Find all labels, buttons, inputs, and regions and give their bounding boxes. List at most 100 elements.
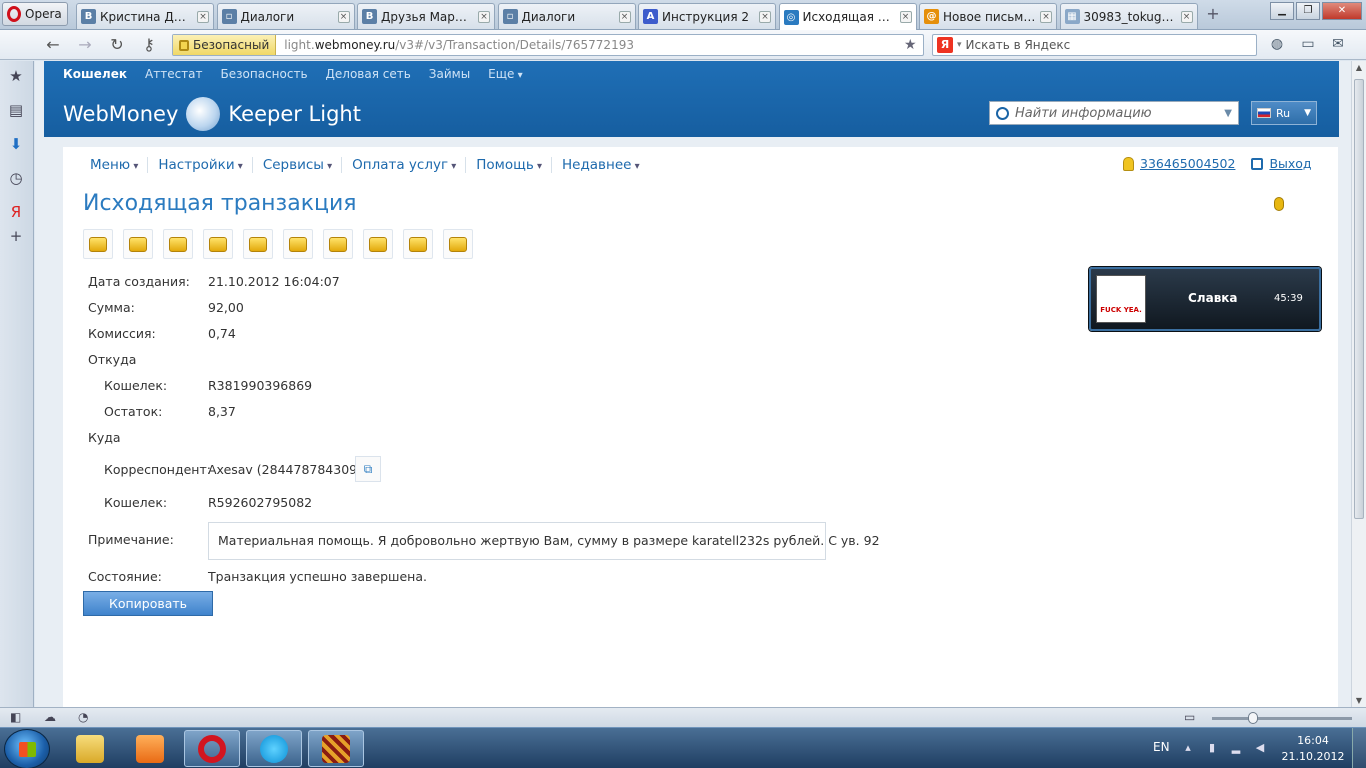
globe-icon[interactable]: ◍	[1267, 36, 1287, 54]
close-tab-icon[interactable]: ×	[899, 11, 912, 23]
reload-icon[interactable]: ↻	[106, 35, 128, 55]
sub-menu-item[interactable]: Помощь	[476, 157, 552, 173]
scrollbar-thumb[interactable]	[1354, 79, 1364, 519]
invoice-add-icon[interactable]	[243, 229, 273, 259]
page-icon[interactable]: ▭	[1298, 36, 1318, 54]
minimize-icon[interactable]: ▁	[1270, 2, 1294, 20]
vertical-scrollbar[interactable]: ▲ ▼	[1351, 61, 1366, 707]
wmid-link[interactable]: 336465004502	[1140, 156, 1235, 171]
browser-tab[interactable]: В Друзья Маркела... ×	[357, 3, 495, 29]
secure-connection-badge[interactable]: Безопасный	[173, 35, 277, 55]
correspondent-info-icon[interactable]: ⧉	[355, 456, 381, 482]
taskbar-media-player[interactable]	[122, 730, 178, 767]
taskbar-game[interactable]	[308, 730, 364, 767]
search-engine-dropdown-icon[interactable]: ▾	[957, 40, 962, 50]
top-menu-item[interactable]: Займы	[429, 67, 470, 81]
taskbar-explorer[interactable]	[62, 730, 118, 767]
top-menu-item[interactable]: Безопасность	[221, 67, 308, 81]
notification-time: 45:39	[1274, 293, 1303, 304]
close-window-icon[interactable]: ✕	[1322, 2, 1362, 20]
sub-menu-item[interactable]: Настройки	[158, 157, 253, 173]
exchange-icon[interactable]	[443, 229, 473, 259]
print-icon[interactable]	[163, 229, 193, 259]
start-button[interactable]	[4, 729, 50, 768]
keyboard-language[interactable]: EN	[1153, 740, 1170, 754]
taskbar-opera[interactable]	[184, 730, 240, 767]
history-clock-icon[interactable]: ◷	[7, 169, 25, 187]
logout-icon[interactable]	[1251, 157, 1264, 170]
zoom-slider[interactable]	[1212, 712, 1352, 724]
browser-tab[interactable]: @ Новое письмо -... ×	[919, 3, 1057, 29]
clock[interactable]: 16:04 21.10.2012	[1280, 733, 1346, 765]
close-tab-icon[interactable]: ×	[759, 10, 771, 23]
yandex-search-field[interactable]: Я ▾ Искать в Яндекс	[932, 34, 1257, 56]
browser-tab[interactable]: ▫ Диалоги ×	[497, 3, 636, 29]
browser-tab[interactable]: В Кристина Дмит... ×	[76, 3, 214, 29]
wallet-icon[interactable]	[123, 229, 153, 259]
balance-value: 8,37	[208, 404, 236, 419]
speed-dial-icon[interactable]: ◔	[78, 710, 88, 724]
bookmarks-star-icon[interactable]: ★	[7, 67, 25, 85]
bookmark-star-icon[interactable]: ★	[904, 37, 920, 53]
cloud-icon[interactable]: ☁	[44, 710, 56, 724]
trust-icon[interactable]	[363, 229, 393, 259]
invoice-remove-icon[interactable]	[283, 229, 313, 259]
volume-icon[interactable]: ◀	[1254, 742, 1266, 754]
opera-menu-button[interactable]: Opera	[2, 2, 68, 26]
mail-icon[interactable]: ✉	[1328, 36, 1348, 54]
show-desktop-button[interactable]	[1352, 728, 1366, 768]
language-selector[interactable]: Ru ▼	[1251, 101, 1317, 125]
top-menu-item[interactable]: Деловая сеть	[326, 67, 411, 81]
webmoney-logo[interactable]: WebMoney Keeper Light	[63, 97, 361, 131]
close-tab-icon[interactable]: ×	[1180, 10, 1193, 23]
status-value: Транзакция успешно завершена.	[208, 569, 427, 584]
chevron-down-icon[interactable]: ▼	[1224, 108, 1232, 119]
back-arrow-icon[interactable]: ←	[42, 35, 64, 55]
game-icon	[322, 734, 350, 763]
url-text[interactable]: light.webmoney.ru/v3#/v3/Transaction/Det…	[276, 38, 904, 52]
downloads-icon[interactable]: ⬇	[7, 135, 25, 153]
document-icon[interactable]	[403, 229, 433, 259]
device-icon[interactable]: ▮	[1206, 742, 1218, 754]
zoom-slider-knob[interactable]	[1248, 712, 1258, 724]
close-tab-icon[interactable]: ×	[618, 10, 631, 23]
top-menu-item[interactable]: Еще	[488, 67, 522, 81]
close-tab-icon[interactable]: ×	[337, 10, 350, 23]
sub-menu-item[interactable]: Оплата услуг	[352, 157, 467, 173]
panel-toggle-icon[interactable]: ◧	[10, 710, 21, 724]
browser-tab[interactable]: ▦30983_tokugawa...×	[1059, 3, 1198, 29]
forward-arrow-icon[interactable]: →	[74, 35, 96, 55]
coin-icon[interactable]	[1274, 197, 1284, 211]
network-signal-icon[interactable]: ▂	[1230, 742, 1242, 754]
key-icon[interactable]: ⚷	[138, 35, 160, 55]
copy-button[interactable]: Копировать	[83, 591, 213, 616]
show-hidden-icons-icon[interactable]: ▴	[1182, 742, 1194, 754]
maximize-icon[interactable]: ❐	[1296, 2, 1320, 20]
taskbar-skype[interactable]	[246, 730, 302, 767]
browser-tab[interactable]: A Инструкция 2 ×	[638, 3, 776, 29]
sub-menu-item[interactable]: Недавнее	[562, 157, 649, 173]
sub-menu-item[interactable]: Сервисы	[263, 157, 343, 173]
logout-link[interactable]: Выход	[1269, 156, 1311, 171]
contact-notification-popup[interactable]: FUCK YEA. Славка 45:39	[1089, 267, 1321, 331]
scroll-up-arrow-icon[interactable]: ▲	[1354, 63, 1364, 72]
close-tab-icon[interactable]: ×	[197, 10, 209, 23]
yandex-panel-icon[interactable]: Я	[7, 203, 25, 221]
new-tab-button[interactable]: +	[1203, 6, 1223, 24]
message-icon[interactable]	[203, 229, 233, 259]
browser-tab[interactable]: ◎Исходящая тран...×	[778, 3, 917, 30]
top-menu-item[interactable]: Аттестат	[145, 67, 203, 81]
site-search-input[interactable]: Найти информацию ▼	[989, 101, 1239, 125]
sub-menu-item[interactable]: Меню	[90, 157, 149, 173]
add-panel-icon[interactable]: +	[7, 227, 25, 245]
add-contact-icon[interactable]	[323, 229, 353, 259]
scroll-down-arrow-icon[interactable]: ▼	[1354, 696, 1364, 705]
contacts-icon[interactable]	[83, 229, 113, 259]
address-bar[interactable]: Безопасный light.webmoney.ru/v3#/v3/Tran…	[172, 34, 924, 56]
close-tab-icon[interactable]: ×	[1040, 10, 1052, 23]
close-tab-icon[interactable]: ×	[478, 10, 490, 23]
browser-tab[interactable]: ▫ Диалоги ×	[216, 3, 355, 29]
top-menu-item[interactable]: Кошелек	[63, 67, 127, 81]
notes-icon[interactable]: ▤	[7, 101, 25, 119]
view-icon[interactable]: ▭	[1184, 710, 1195, 724]
